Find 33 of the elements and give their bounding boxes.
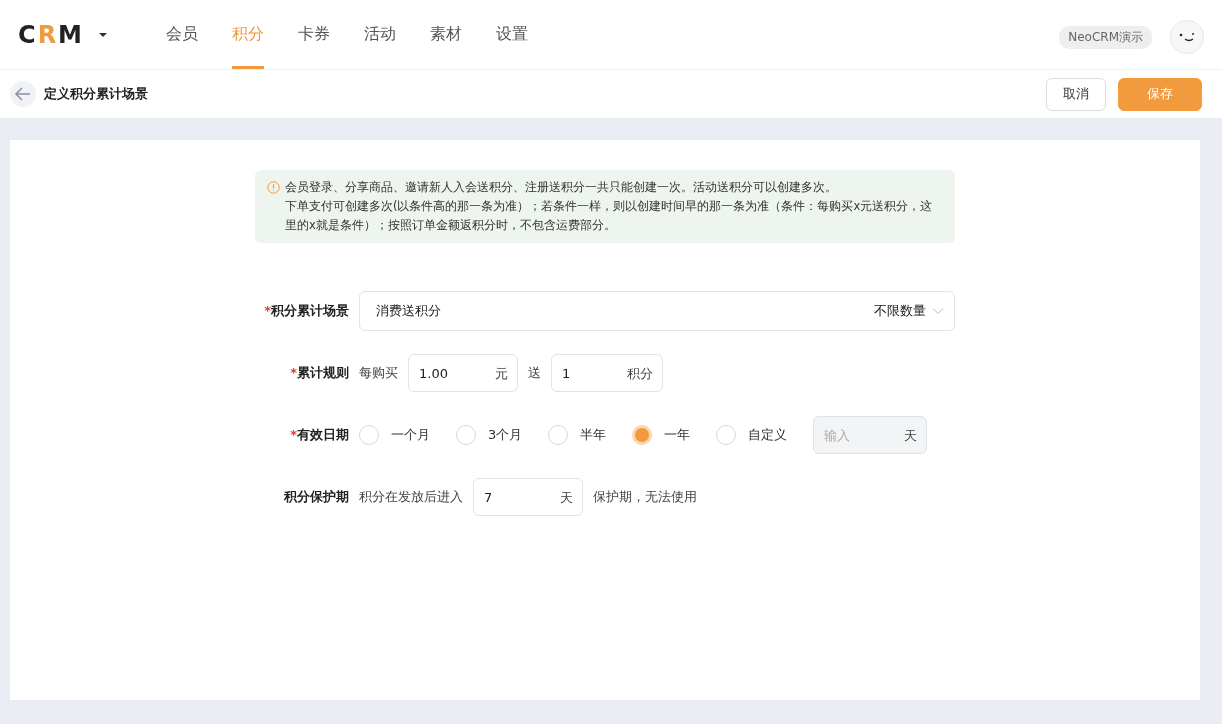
nav-tab[interactable]: 素材 [430,0,462,69]
radio-option[interactable]: 自定义 [716,425,788,445]
unit-text: 积分 [627,365,653,383]
notice-text: 会员登录、分享商品、邀请新人入会送积分、注册送积分一共只能创建一次。活动送积分可以创建多次。 [285,179,838,196]
nav-tab[interactable]: 活动 [364,0,396,69]
field-label: *积分累计场景 [263,302,349,320]
field-text: 每购买 [359,364,398,382]
field-label: 积分保护期 [283,488,349,506]
notice-text: 下单支付可创建多次(以条件高的那一条为准）；若条件一样，则以创建时间早的那一条为准（条件：每购买x元送积分，这里的x就是条件）；按照订单金额返积分时，不包含运费部分。 [285,198,934,234]
page-title: 定义积分累计场景 [44,85,148,103]
field-text: 送 [528,364,541,382]
radio-option[interactable]: 半年 [548,425,607,445]
radio-option[interactable]: 一个月 [359,425,430,445]
field-label: *有效日期 [289,426,349,444]
scene-select[interactable]: 消费送积分 不限数量 [359,291,955,331]
account-name: NeoCRM演示 [1059,25,1152,49]
field-text: 积分在发放后进入 [359,488,463,506]
chevron-down-icon [932,307,944,315]
logo: C RM [18,20,84,49]
unit-text: 元 [495,365,508,383]
nav-tab[interactable]: 设置 [496,0,528,69]
nav-tab[interactable]: 卡券 [298,0,330,69]
unit-text: 天 [560,489,573,507]
warning-icon [267,181,280,194]
caret-icon[interactable] [98,31,108,38]
radio-option[interactable]: 一年 [632,425,691,445]
nav-tab[interactable]: 会员 [166,0,198,69]
field-label: *累计规则 [289,364,349,382]
cancel-button[interactable]: 取消 [1046,77,1106,111]
field-text: 保护期，无法使用 [593,488,697,506]
unit-text: 天 [904,427,918,445]
avatar[interactable] [1170,20,1204,54]
radio-option[interactable]: 3个月 [456,425,523,445]
